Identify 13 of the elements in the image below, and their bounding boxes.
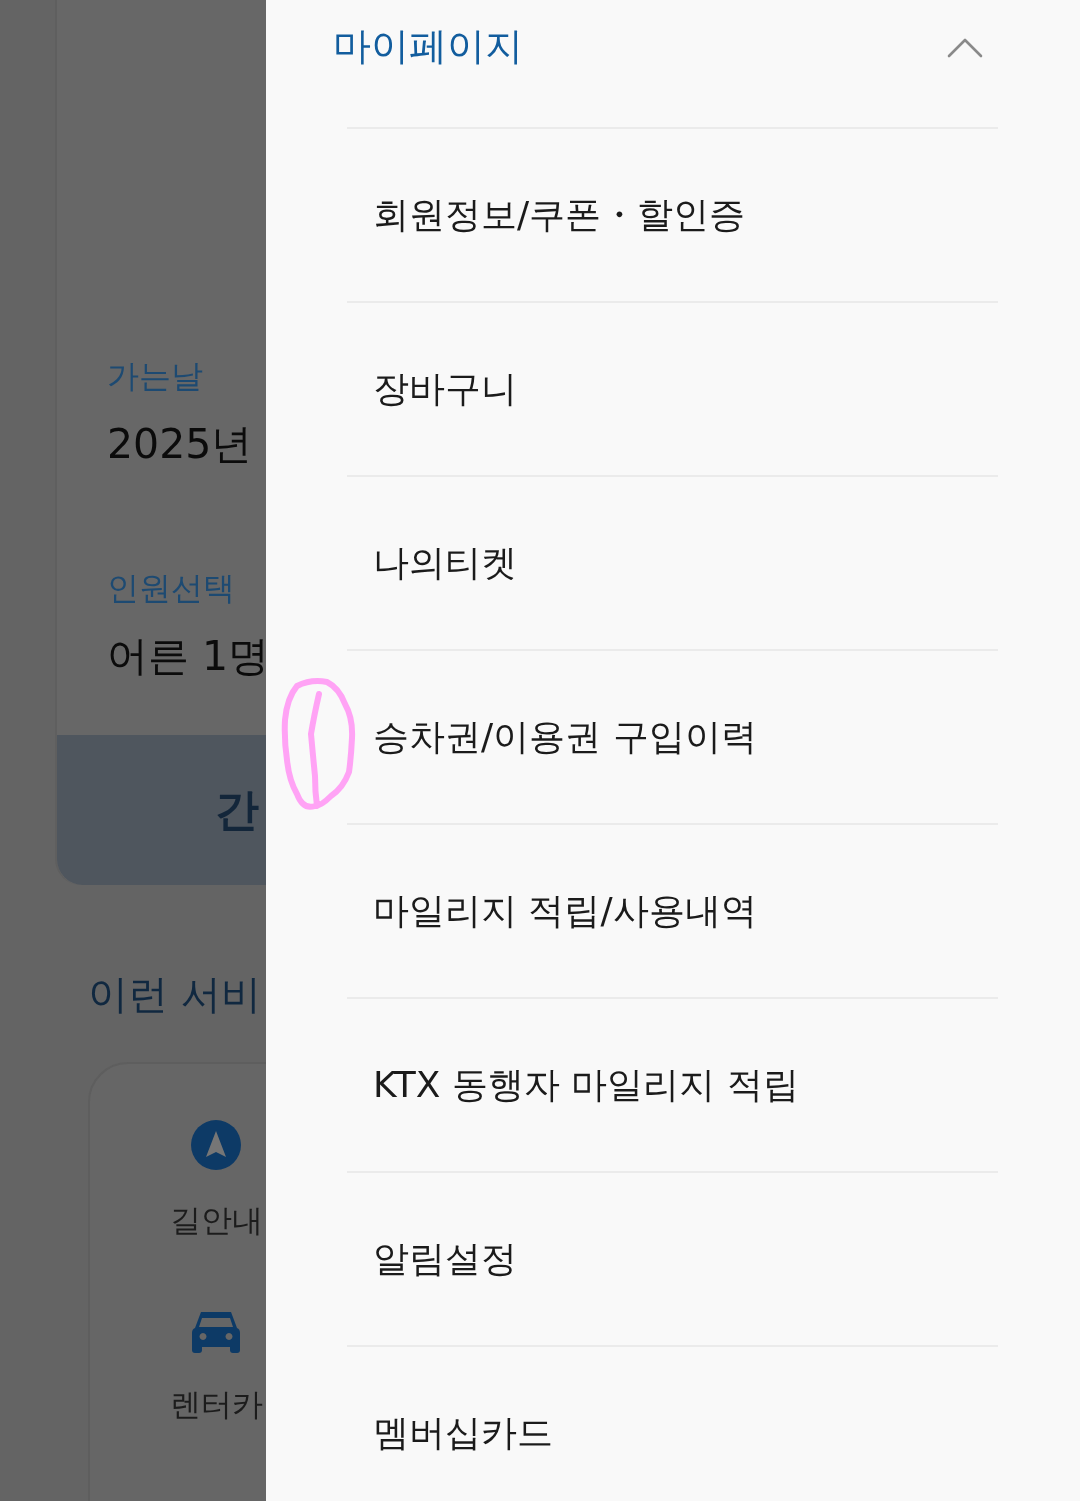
accordion-header[interactable]: 마이페이지 (266, 0, 1080, 127)
menu-item[interactable]: 회원정보/쿠폰・할인증 (347, 127, 998, 301)
menu-item[interactable]: 알림설정 (347, 1171, 998, 1345)
menu-item[interactable]: 마일리지 적립/사용내역 (347, 823, 998, 997)
section-title: 이런 서비 (88, 970, 262, 1018)
menu-item[interactable]: 장바구니 (347, 301, 998, 475)
menu-item[interactable]: KTX 동행자 마일리지 적립 (347, 997, 998, 1171)
field-label: 인원선택 (107, 568, 236, 608)
car-icon (191, 1310, 241, 1354)
menu-item[interactable]: 나의티켓 (347, 475, 998, 649)
field-label: 가는날 (107, 356, 204, 396)
menu-item[interactable]: 승차권/이용권 구입이력 (347, 649, 998, 823)
menu-item[interactable]: 멤버십카드 (347, 1345, 998, 1501)
